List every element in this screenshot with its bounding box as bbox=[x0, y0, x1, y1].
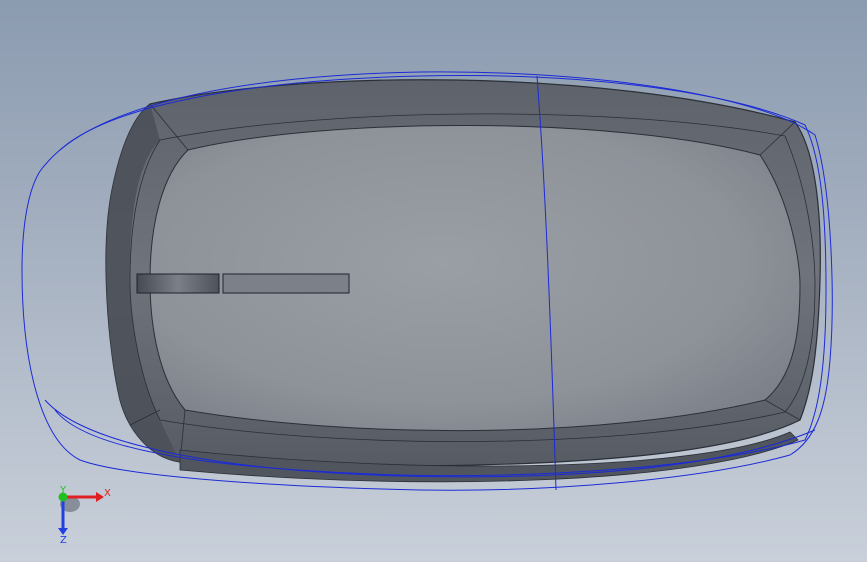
x-axis-label: X bbox=[104, 488, 111, 499]
z-axis-arrow bbox=[58, 528, 68, 535]
y-axis-label: Y bbox=[59, 485, 67, 496]
cad-viewport[interactable] bbox=[0, 0, 867, 562]
z-axis-label: Z bbox=[60, 535, 67, 544]
scroll-slot-left[interactable] bbox=[136, 273, 220, 294]
coordinate-triad: X Z Y bbox=[58, 485, 111, 544]
scroll-slot-right[interactable] bbox=[222, 273, 350, 294]
x-axis-arrow bbox=[96, 492, 104, 502]
